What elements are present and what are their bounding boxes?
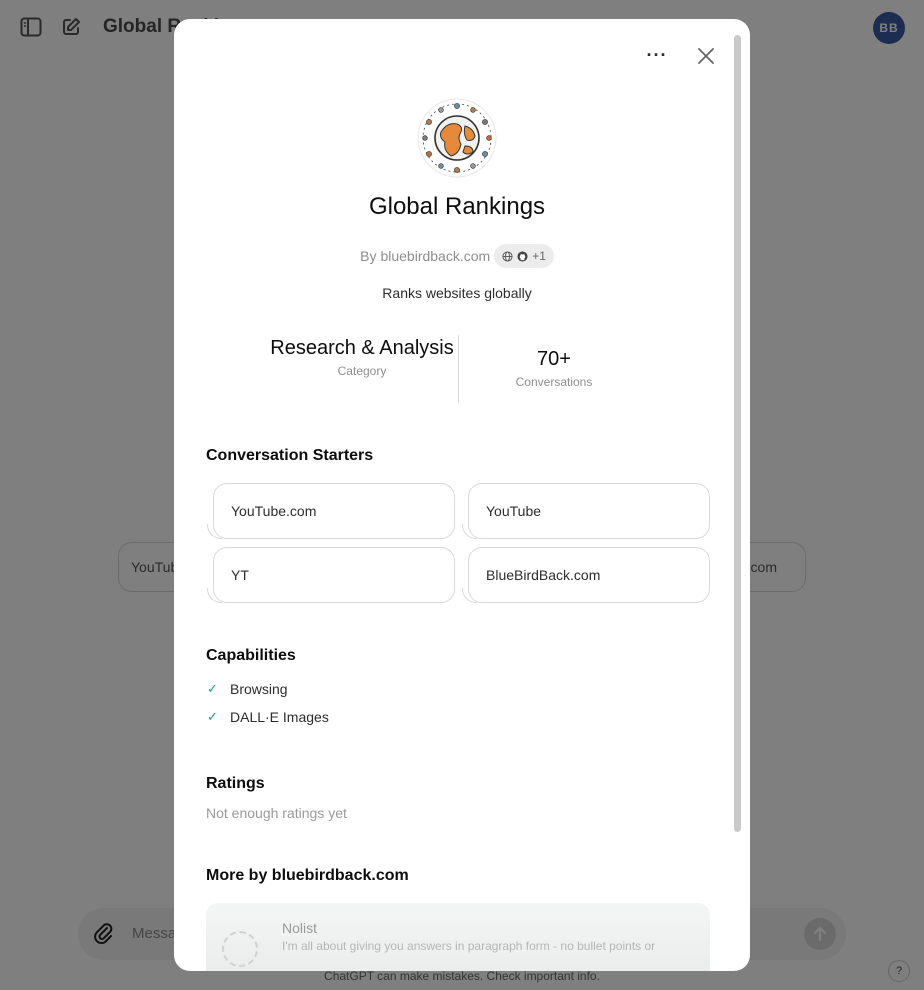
github-icon — [517, 250, 528, 262]
ratings-empty-text: Not enough ratings yet — [206, 805, 347, 821]
category-label: Category — [337, 364, 387, 378]
capability-item: ✓ DALL·E Images — [207, 709, 329, 725]
capability-item: ✓ Browsing — [207, 681, 288, 697]
social-extra-count: +1 — [532, 249, 546, 263]
modal-scrollbar[interactable] — [734, 35, 741, 832]
checkmark-icon: ✓ — [207, 681, 218, 696]
gpt-name: Global Rankings — [368, 193, 546, 220]
close-icon — [698, 48, 714, 64]
starter-card[interactable]: YT — [207, 547, 455, 603]
by-prefix: By — [360, 248, 377, 264]
capability-label: Browsing — [230, 681, 288, 697]
gpt-description: Ranks websites globally — [382, 285, 532, 301]
close-button[interactable] — [695, 45, 717, 67]
category-stat: Research & Analysis Category — [262, 338, 462, 378]
capability-label: DALL·E Images — [230, 709, 329, 725]
author-byline: By bluebirdback.com +1 — [174, 244, 740, 268]
starter-card[interactable]: BlueBirdBack.com — [462, 547, 710, 603]
checkmark-icon: ✓ — [207, 709, 218, 724]
conversations-value: 70+ — [537, 348, 571, 370]
more-by-heading: More by bluebirdback.com — [206, 867, 409, 884]
gpt-avatar — [222, 931, 258, 967]
author-name[interactable]: bluebirdback.com — [380, 248, 490, 264]
conversations-label: Conversations — [515, 375, 593, 389]
more-gpt-description: I'm all about giving you answers in para… — [282, 939, 656, 953]
starter-card[interactable]: YouTube — [462, 483, 710, 539]
social-links-pill[interactable]: +1 — [494, 244, 554, 268]
more-options-button[interactable]: ··· — [645, 43, 669, 67]
starter-card[interactable]: YouTube.com — [207, 483, 455, 539]
conversations-stat: 70+ Conversations — [454, 349, 654, 389]
gpt-details-modal: ··· Global Rankings By bluebirdback.com … — [174, 19, 750, 971]
capabilities-heading: Capabilities — [206, 647, 296, 664]
category-value: Research & Analysis — [270, 337, 454, 359]
globe-icon — [502, 250, 513, 262]
more-gpt-title: Nolist — [282, 920, 318, 936]
gpt-logo-globe — [417, 98, 497, 178]
more-by-gpt-card[interactable]: Nolist I'm all about giving you answers … — [206, 903, 710, 971]
ratings-heading: Ratings — [206, 775, 265, 792]
starters-heading: Conversation Starters — [206, 447, 374, 464]
